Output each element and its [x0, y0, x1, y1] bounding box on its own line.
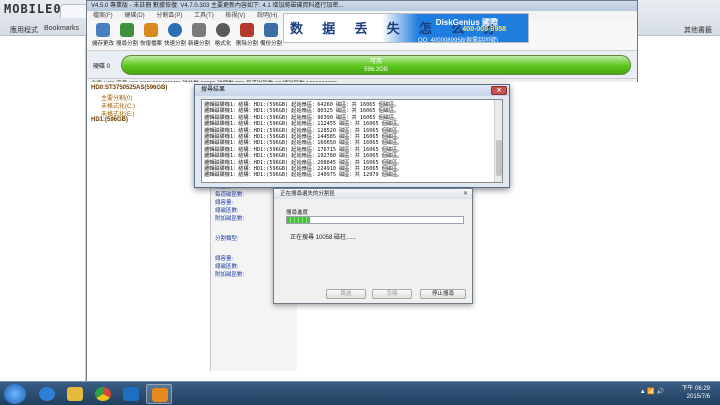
log-line: 邏輯磁碟機1：結構：HD1:(596GB) 起始扇區：80325 磁區：共 16… [204, 108, 400, 115]
taskbar-diskgenius[interactable] [146, 384, 172, 404]
system-tray[interactable]: ▲ 📶 🔊 [640, 388, 664, 395]
new-partition-icon [192, 23, 206, 37]
tree-item-hd0[interactable]: HD0:ST3750525AS(596GB) [91, 85, 167, 91]
ie-icon [39, 387, 55, 401]
clock-date: 2015/7/6 [686, 394, 710, 400]
log-line: 邏輯磁碟機1：結構：HD1:(596GB) 起始扇區：160650 磁區：共 1… [204, 140, 403, 147]
prop-label: 總容量: [215, 200, 234, 206]
banner-phone: 400-008-9958 [462, 26, 506, 33]
progress-title: 正在搜尋遺失的分割區 [274, 189, 472, 199]
menu-file[interactable]: 檔案(F) [93, 13, 113, 19]
progress-bar [286, 216, 464, 224]
prop-label: 每道磁區數: [215, 192, 245, 198]
start-button[interactable] [4, 384, 26, 404]
save-changes-button[interactable]: 儲存更改 [91, 23, 115, 49]
close-icon[interactable]: ✕ [463, 190, 468, 197]
scrollbar-thumb[interactable] [496, 140, 502, 176]
prop-label: 附加磁區數: [215, 216, 245, 222]
taskbar-ie[interactable] [34, 384, 60, 404]
progress-label: 搜尋進度 [286, 210, 309, 216]
recover-files-button[interactable]: 恢復檔案 [139, 23, 163, 49]
format-icon [216, 23, 230, 37]
bookmark-other[interactable]: 其他書籤 [684, 25, 712, 35]
bookmark-bookmarks[interactable]: Bookmarks [44, 25, 79, 32]
folder-icon [67, 387, 83, 401]
search-progress-dialog: 正在搜尋遺失的分割區 ✕ 搜尋進度 正在搜尋 10058 磁柱...... 跳過… [273, 188, 473, 304]
menu-partition[interactable]: 分割區(P) [156, 13, 182, 19]
banner-qq: QQ: 4000089958(與電話同號) [417, 38, 498, 43]
taskbar-chrome[interactable] [90, 384, 116, 404]
delete-partition-button[interactable]: 刪除分割 [235, 23, 259, 49]
clock-time: 下午 06:29 [681, 386, 710, 392]
scrollbar[interactable] [494, 100, 502, 182]
log-line: 邏輯磁碟機1：結構：HD1:(596GB) 起始扇區：240975 磁區：共 1… [204, 172, 403, 179]
browser-page-left [0, 36, 86, 381]
results-log[interactable]: 邏輯磁碟機1：結構：HD1:(596GB) 起始扇區：64260 磁區：共 16… [201, 99, 503, 183]
format-button[interactable]: 格式化 [211, 23, 235, 49]
dialog-title: 搜尋結果 [195, 85, 509, 96]
prop-label: 總磁區數: [215, 264, 239, 270]
delete-icon [240, 23, 254, 37]
new-partition-button[interactable]: 新建分割 [187, 23, 211, 49]
skip-button[interactable]: 跳過 [326, 289, 366, 299]
quick-partition-icon [168, 23, 182, 37]
search-partition-button[interactable]: 搜尋分割 [115, 23, 139, 49]
disk-label: 硬碟 0 [93, 64, 111, 70]
free-space-size: 596.2GB [364, 67, 388, 73]
log-line: 邏輯磁碟機1：結構：HD1:(596GB) 起始扇區：112455 磁區：共 1… [204, 121, 403, 128]
recover-icon [144, 23, 158, 37]
ad-banner[interactable]: 数 据 丢 失 怎 么 办 DiskGenius 國際 400-008-9958… [283, 13, 529, 43]
search-icon [120, 23, 134, 37]
backup-partition-button[interactable]: 備份分割 [259, 23, 283, 49]
quick-partition-button[interactable]: 快速分割 [163, 23, 187, 49]
free-space-label: 可用 [369, 59, 382, 65]
desktop: MOBILE01 應用程式 Bookmarks 其他書籤 V4.5.0 專業版 … [0, 0, 720, 405]
prop-label: 總磁區數: [215, 208, 239, 214]
progress-fill [287, 217, 310, 223]
prop-label: 總容量: [215, 256, 234, 262]
toolbar: 儲存更改 搜尋分割 恢復檔案 快速分割 新建分割 格式化 刪除分割 備份分割 数… [87, 13, 637, 51]
app-title: V4.5.0 專業版 - 未註冊 數據恢復: V4.7.0.303 主要更新內容… [87, 1, 637, 11]
browser-page-right [634, 36, 720, 381]
close-button[interactable]: ✕ [491, 86, 507, 95]
bookmark-apps[interactable]: 應用程式 [10, 25, 38, 35]
free-space-bar[interactable]: 可用 596.2GB [121, 55, 631, 75]
clock[interactable]: 下午 06:29 2015/7/6 [670, 385, 710, 401]
progress-status: 正在搜尋 10058 磁柱...... [290, 235, 357, 241]
menu-help[interactable]: 說明(H) [257, 13, 277, 19]
menu-disk[interactable]: 硬碟(D) [124, 13, 144, 19]
stop-search-button[interactable]: 停止搜尋 [420, 289, 466, 299]
disk-tree: HD0:ST3750525AS(596GB) 主要分割(0) 未格式化(C:) … [87, 82, 211, 371]
menu-tools[interactable]: 工具(T) [194, 13, 214, 19]
save-icon [96, 23, 110, 37]
log-lines: 邏輯磁碟機1：結構：HD1:(596GB) 起始扇區：64260 磁區：共 16… [204, 102, 402, 179]
backup-icon [264, 23, 278, 37]
chrome-icon [95, 387, 111, 401]
diskgenius-icon [152, 388, 168, 402]
ignore-button[interactable]: 忽略 [372, 289, 412, 299]
prop-label: 分割類型: [215, 236, 239, 242]
taskbar-explorer[interactable] [62, 384, 88, 404]
outlook-icon [123, 387, 139, 401]
log-line: 邏輯磁碟機1：結構：HD1:(596GB) 起始扇區：192780 磁區：共 1… [204, 153, 403, 160]
taskbar: ▲ 📶 🔊 下午 06:29 2015/7/6 [0, 381, 720, 405]
disk-map: 硬碟 0 可用 596.2GB [87, 51, 637, 79]
search-results-dialog: 搜尋結果 ✕ 邏輯磁碟機1：結構：HD1:(596GB) 起始扇區：64260 … [194, 84, 510, 188]
taskbar-outlook[interactable] [118, 384, 144, 404]
menu-view[interactable]: 檢視(V) [225, 13, 245, 19]
tree-item-hd1[interactable]: HD1:(596GB) [91, 117, 128, 123]
prop-label: 附加磁區數: [215, 272, 245, 278]
